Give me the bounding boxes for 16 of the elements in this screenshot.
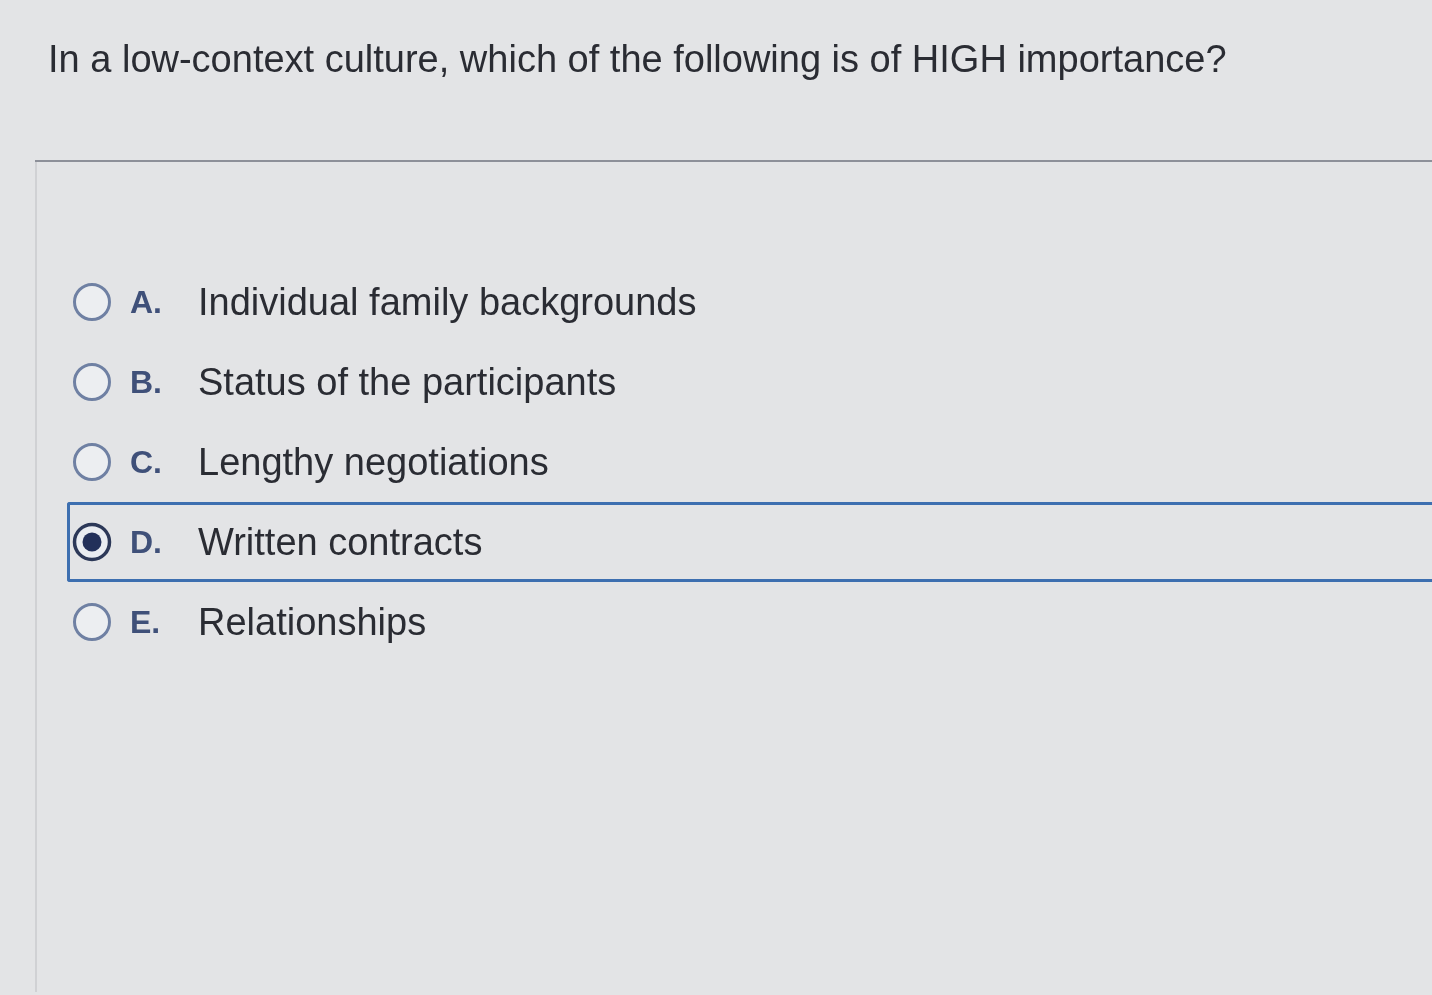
radio-button[interactable] [72, 442, 112, 482]
option-letter: B. [130, 363, 163, 402]
option-text: Individual family backgrounds [198, 279, 697, 325]
radio-button[interactable] [72, 602, 112, 642]
option-text: Lengthy negotiations [198, 439, 549, 485]
option-text: Written contracts [198, 519, 483, 565]
option-letter: D. [130, 523, 163, 562]
radio-button[interactable] [72, 362, 112, 402]
question-text: In a low-context culture, which of the following is of HIGH importance? [48, 37, 1227, 82]
option-letter: E. [130, 603, 162, 642]
option-letter: A. [130, 283, 163, 322]
option-text: Relationships [198, 599, 427, 645]
option-letter: C. [130, 443, 163, 482]
option-text: Status of the participants [198, 359, 617, 405]
radio-button[interactable] [72, 282, 112, 322]
radio-button[interactable] [72, 522, 112, 562]
